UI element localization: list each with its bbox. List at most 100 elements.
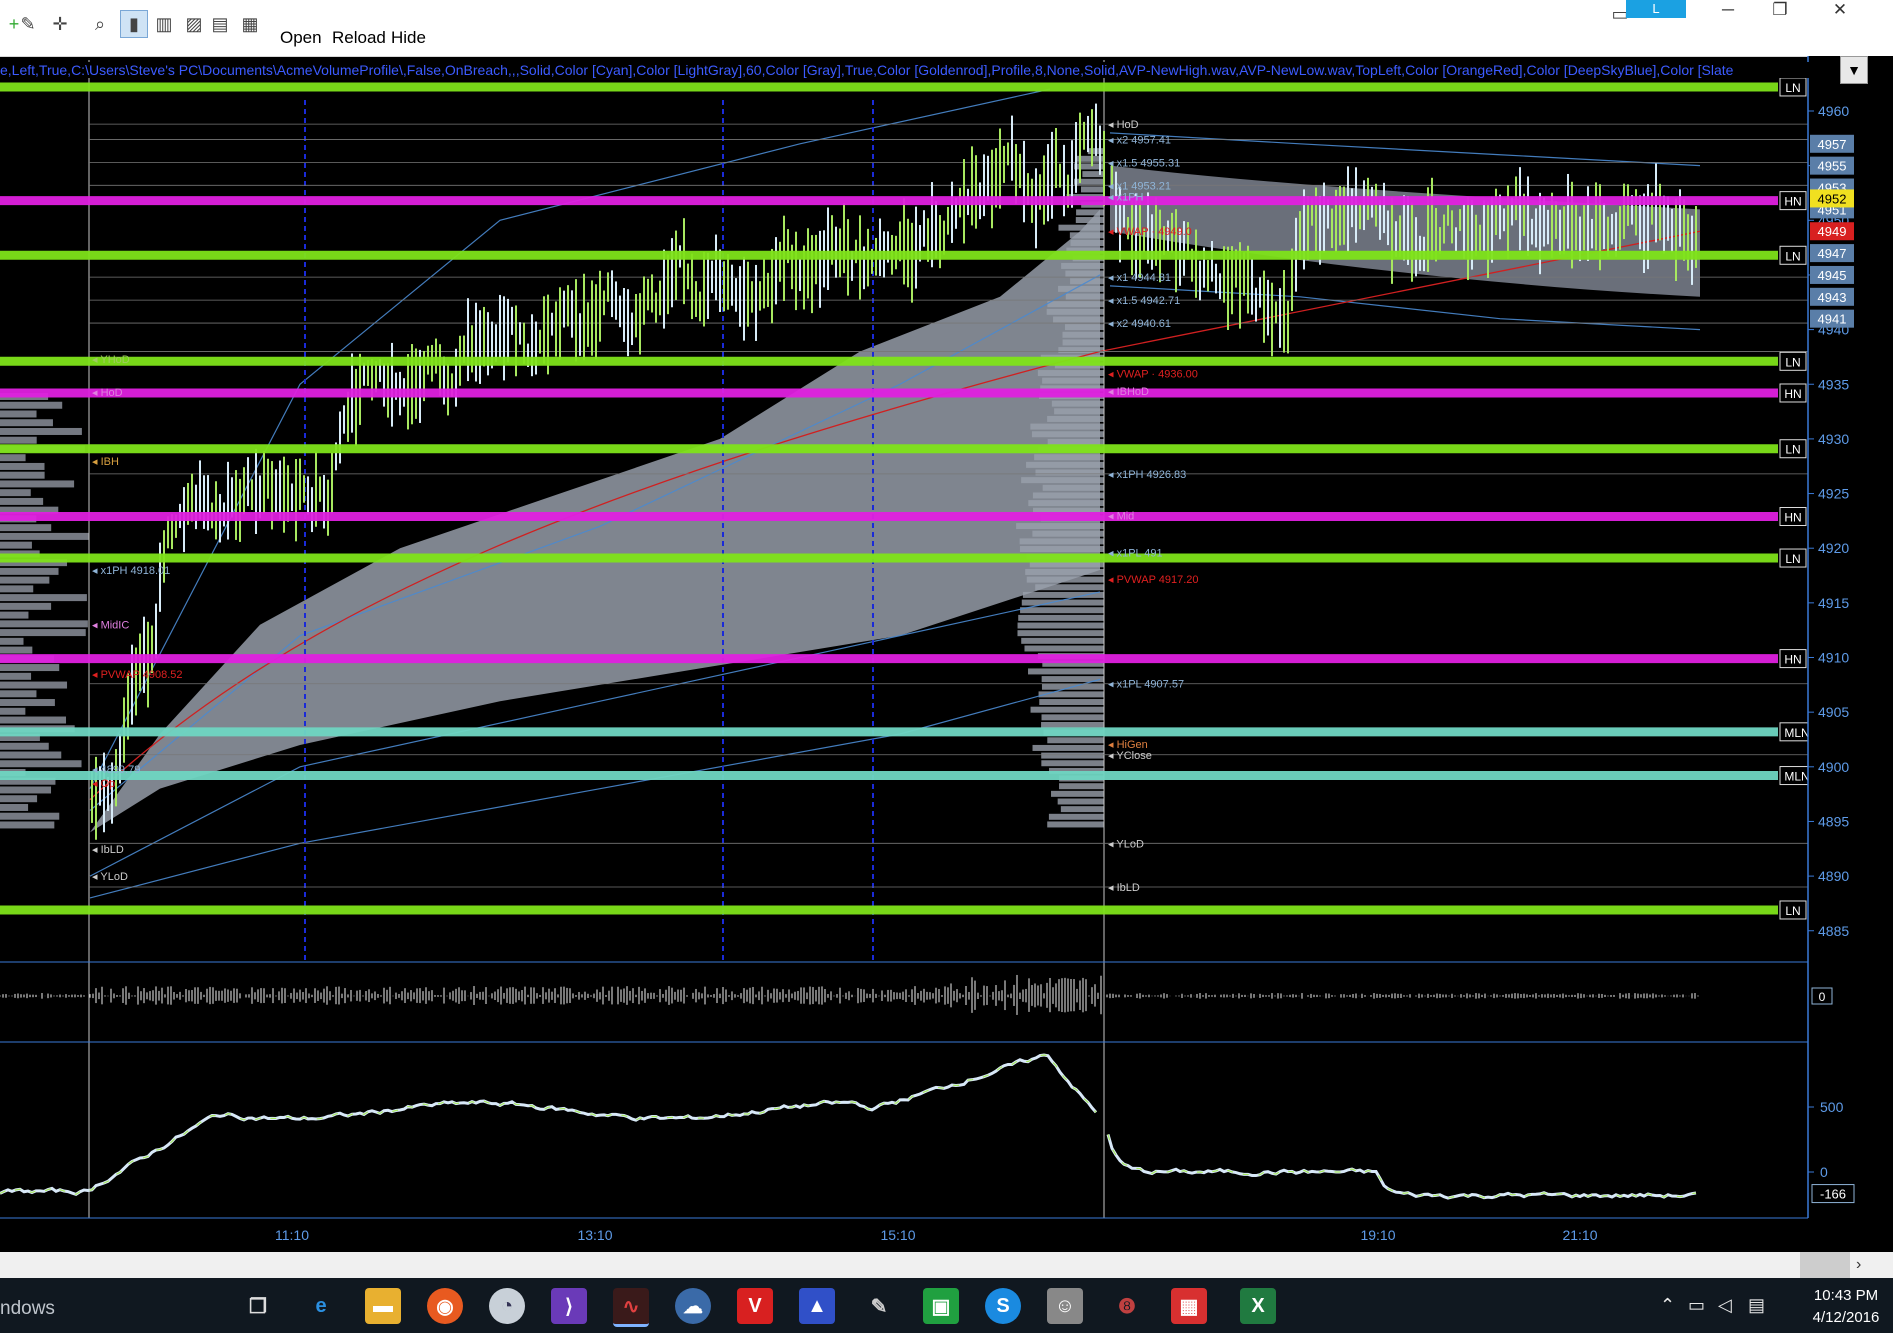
profile-row bbox=[1024, 645, 1104, 652]
visual-studio-icon[interactable]: ⟩ bbox=[551, 1288, 587, 1324]
badge-app-icon[interactable]: ❽ bbox=[1109, 1288, 1145, 1324]
scrollbar-thumb[interactable] bbox=[1800, 1252, 1850, 1278]
file-explorer-icon[interactable]: ▬ bbox=[365, 1288, 401, 1324]
profile-row bbox=[1028, 668, 1104, 675]
properties-icon[interactable]: ▦ bbox=[236, 10, 264, 38]
profile-row bbox=[1075, 217, 1104, 224]
app-window: + ✎ ✛ ⌕ ▮ ▥ ▨ ▤ ▦ Open Reload Hide ▭ L ─… bbox=[0, 0, 1893, 1333]
bars-icon[interactable]: ▮ bbox=[120, 10, 148, 38]
open-button[interactable]: Open bbox=[280, 28, 322, 48]
annotation-label: ◂ VWAP · 4936.00 bbox=[1108, 368, 1198, 380]
paint-icon[interactable]: ✎ bbox=[861, 1288, 897, 1324]
delta-value-label: -166 bbox=[1820, 1187, 1846, 1202]
band-line bbox=[1109, 132, 1701, 167]
profile-row bbox=[1051, 400, 1104, 407]
left-annotation-label: ◂ IbLD bbox=[92, 844, 124, 856]
restore-button[interactable]: ❐ bbox=[1752, 0, 1808, 20]
minimize-button[interactable]: ─ bbox=[1700, 0, 1756, 20]
person-photo-icon[interactable]: ☺ bbox=[1047, 1288, 1083, 1324]
chart-style-icon[interactable]: ▥ bbox=[150, 10, 178, 38]
indicator-settings-strip: e,Left,True,C:\Users\Steve's PC\Document… bbox=[0, 62, 1810, 78]
left-annotation-label: ◂ x1PH 4918.01 bbox=[92, 565, 170, 577]
level-label-hn: HN bbox=[1784, 195, 1801, 209]
profile-row bbox=[1021, 637, 1104, 644]
price-badge: 4943 bbox=[1818, 290, 1847, 305]
grid-app-icon[interactable]: ▦ bbox=[1171, 1288, 1207, 1324]
profile-row bbox=[0, 576, 50, 584]
profile-row bbox=[1080, 186, 1104, 193]
left-annotation-label: ◂ HoD bbox=[92, 387, 123, 399]
chrome-icon[interactable]: ◔ bbox=[489, 1288, 525, 1324]
profile-row bbox=[0, 480, 75, 488]
time-axis-label: 13:10 bbox=[577, 1227, 612, 1243]
search-box-text[interactable]: ndows bbox=[0, 1298, 55, 1320]
level-label-ln: LN bbox=[1785, 904, 1800, 918]
profile-row bbox=[1022, 591, 1104, 598]
zoom-icon[interactable]: ⌕ bbox=[86, 10, 114, 38]
left-annotation-label: ◂ PVWAP 4908.52 bbox=[92, 669, 183, 681]
profile-row bbox=[0, 742, 49, 750]
photo-viewer-icon[interactable]: ▣ bbox=[923, 1288, 959, 1324]
reload-button[interactable]: Reload bbox=[332, 28, 386, 48]
vivaldi-icon[interactable]: V bbox=[737, 1288, 773, 1324]
profile-row bbox=[0, 707, 26, 715]
level-label-ln: LN bbox=[1785, 443, 1800, 457]
profile-row bbox=[1041, 752, 1104, 759]
clock-time[interactable]: 10:43 PM bbox=[1806, 1287, 1886, 1304]
profile-row bbox=[0, 620, 88, 628]
profile-row bbox=[1030, 423, 1104, 430]
profile-row bbox=[1058, 285, 1104, 292]
profile-row bbox=[1048, 813, 1104, 820]
profile-row bbox=[1069, 232, 1104, 239]
profile-row bbox=[1059, 783, 1104, 790]
profile-row bbox=[0, 803, 29, 811]
scroll-right-icon[interactable]: › bbox=[1856, 1256, 1861, 1274]
annotation-label: ◂ HoD bbox=[1108, 119, 1139, 131]
network-icon[interactable]: ▭ bbox=[1688, 1295, 1705, 1316]
firefox-icon[interactable]: ◉ bbox=[427, 1288, 463, 1324]
profile-row bbox=[0, 646, 33, 654]
crosshair-icon[interactable]: ✛ bbox=[46, 10, 74, 38]
axis-tick-label: 4935 bbox=[1818, 376, 1849, 392]
pencil-icon[interactable]: ✎ bbox=[14, 10, 42, 38]
time-axis-label: 21:10 bbox=[1562, 1227, 1597, 1243]
chart-tab[interactable]: L bbox=[1626, 0, 1686, 18]
profile-row bbox=[1042, 484, 1104, 491]
profile-row bbox=[1021, 477, 1104, 484]
left-annotation-label: ◂ YHoD bbox=[92, 354, 130, 366]
axis-tick-label: 4960 bbox=[1818, 103, 1849, 119]
cloud-app-icon[interactable]: ☁ bbox=[675, 1288, 711, 1324]
ninjatrader-icon[interactable]: ∿ bbox=[613, 1288, 649, 1327]
clock-date[interactable]: 4/12/2016 bbox=[1806, 1309, 1886, 1326]
task-view-icon[interactable]: ❐ bbox=[240, 1288, 276, 1324]
profile-row bbox=[0, 567, 59, 575]
profile-row bbox=[1062, 339, 1104, 346]
profile-row bbox=[1054, 408, 1104, 415]
price-chart[interactable]: LN HN LN LN HN LN HN LN HN MLN MLN LN ◂ HoD ◂ x2 495… bbox=[0, 56, 1893, 1252]
level-label-hn: HN bbox=[1784, 387, 1801, 401]
tray-chevron-icon[interactable]: ⌃ bbox=[1660, 1295, 1675, 1316]
annotation-label: ◂ x1PH bbox=[1108, 191, 1144, 203]
edge-icon[interactable]: e bbox=[303, 1288, 339, 1324]
time-axis-label: 11:10 bbox=[275, 1227, 309, 1243]
hide-button[interactable]: Hide bbox=[391, 28, 426, 48]
profile-row bbox=[1053, 316, 1104, 323]
annotation-label: ◂ x2 4957.41 bbox=[1108, 134, 1171, 146]
volume-muted-icon[interactable]: ◁ bbox=[1718, 1295, 1732, 1316]
horizontal-scrollbar[interactable] bbox=[0, 1252, 1893, 1278]
excel-icon[interactable]: X bbox=[1240, 1288, 1276, 1324]
notification-icon[interactable]: ▤ bbox=[1748, 1295, 1765, 1316]
profile-row bbox=[1019, 538, 1104, 545]
page-icon[interactable]: ▤ bbox=[206, 10, 234, 38]
profile-row bbox=[1016, 523, 1104, 530]
profile-row bbox=[1074, 178, 1104, 185]
price-badge: 4955 bbox=[1818, 159, 1847, 174]
axis-tick-label: 4915 bbox=[1818, 595, 1849, 611]
affinity-icon[interactable]: ▲ bbox=[799, 1288, 835, 1324]
skype-icon[interactable]: S bbox=[985, 1288, 1021, 1324]
settings-dropdown-button[interactable]: ▼ bbox=[1840, 56, 1868, 84]
profile-row bbox=[1042, 377, 1104, 384]
profile-row bbox=[1034, 454, 1104, 461]
close-button[interactable]: ✕ bbox=[1812, 0, 1868, 20]
image-icon[interactable]: ▨ bbox=[180, 10, 208, 38]
